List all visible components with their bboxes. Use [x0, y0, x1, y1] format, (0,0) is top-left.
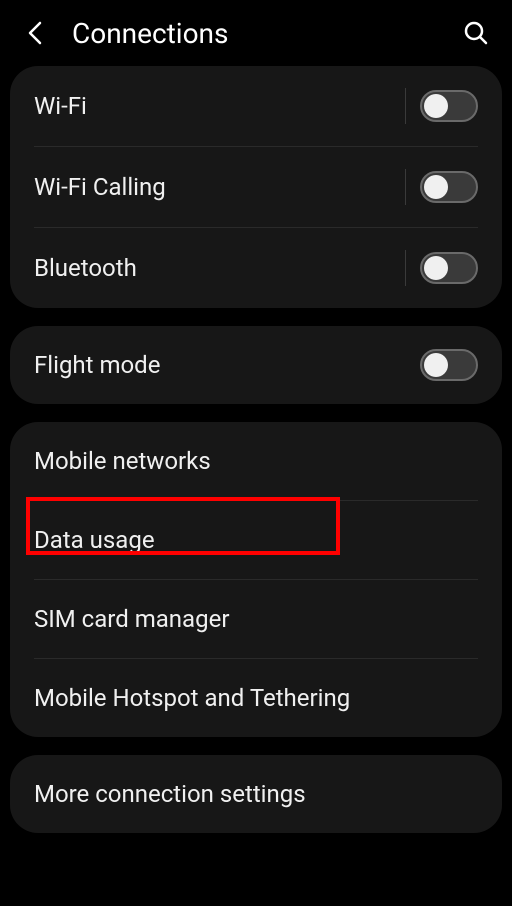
- flight-mode-toggle[interactable]: [420, 349, 478, 381]
- toggle-container: [405, 250, 478, 286]
- search-icon[interactable]: [460, 17, 492, 49]
- item-bluetooth[interactable]: Bluetooth: [10, 228, 502, 308]
- header: Connections: [0, 0, 512, 66]
- item-label: Wi-Fi Calling: [34, 173, 405, 201]
- item-mobile-networks[interactable]: Mobile networks: [10, 422, 502, 500]
- toggle-container: [405, 169, 478, 205]
- vertical-divider: [405, 88, 406, 124]
- toggle-knob: [424, 94, 448, 118]
- group-flight: Flight mode: [10, 326, 502, 404]
- vertical-divider: [405, 169, 406, 205]
- wifi-calling-toggle[interactable]: [420, 171, 478, 203]
- bluetooth-toggle[interactable]: [420, 252, 478, 284]
- content: Wi-Fi Wi-Fi Calling Bluetooth: [0, 66, 512, 833]
- item-wifi[interactable]: Wi-Fi: [10, 66, 502, 146]
- vertical-divider: [405, 250, 406, 286]
- page-title: Connections: [72, 17, 460, 50]
- wifi-toggle[interactable]: [420, 90, 478, 122]
- toggle-knob: [424, 256, 448, 280]
- group-more: More connection settings: [10, 755, 502, 833]
- item-label: Data usage: [34, 526, 478, 554]
- item-label: Bluetooth: [34, 254, 405, 282]
- toggle-knob: [424, 175, 448, 199]
- item-label: Mobile Hotspot and Tethering: [34, 684, 478, 712]
- item-data-usage[interactable]: Data usage: [10, 501, 502, 579]
- toggle-container: [405, 88, 478, 124]
- group-mobile: Mobile networks Data usage SIM card mana…: [10, 422, 502, 737]
- item-more-connection-settings[interactable]: More connection settings: [10, 755, 502, 833]
- item-sim-card-manager[interactable]: SIM card manager: [10, 580, 502, 658]
- item-label: Wi-Fi: [34, 92, 405, 120]
- item-mobile-hotspot[interactable]: Mobile Hotspot and Tethering: [10, 659, 502, 737]
- item-label: SIM card manager: [34, 605, 478, 633]
- toggle-container: [420, 349, 478, 381]
- back-icon[interactable]: [20, 17, 52, 49]
- item-label: More connection settings: [34, 780, 478, 808]
- item-wifi-calling[interactable]: Wi-Fi Calling: [10, 147, 502, 227]
- item-label: Flight mode: [34, 351, 420, 379]
- item-flight-mode[interactable]: Flight mode: [10, 326, 502, 404]
- group-wireless: Wi-Fi Wi-Fi Calling Bluetooth: [10, 66, 502, 308]
- toggle-knob: [424, 353, 448, 377]
- item-label: Mobile networks: [34, 447, 478, 475]
